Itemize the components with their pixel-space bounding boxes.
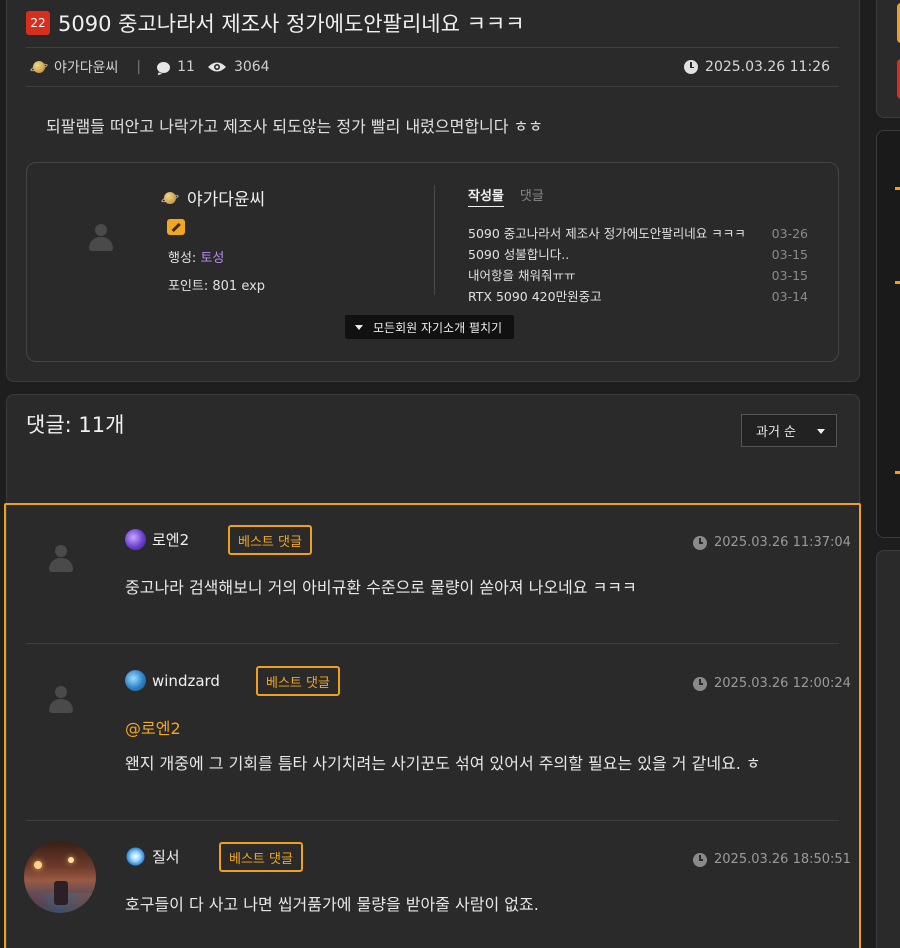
list-item[interactable]: 내어항을 채워줘ㅠㅠ 03-15 [468, 265, 808, 286]
clock-icon [693, 852, 707, 867]
comment-text: 중고나라 검색해보니 거의 아비규환 수준으로 물량이 쏟아져 나오네요 ㅋㅋㅋ [125, 578, 637, 597]
comment-author[interactable]: windzard [152, 672, 220, 690]
purple-galaxy-icon [125, 529, 146, 550]
recent-post-title: 내어항을 채워줘ㅠㅠ [468, 268, 576, 283]
commenter-avatar-placeholder [46, 544, 76, 574]
recent-post-date: 03-15 [771, 247, 808, 262]
commenter-avatar-placeholder [46, 685, 76, 715]
author-name-row: 야가다윤씨 [160, 185, 265, 210]
comment-mention[interactable]: @로엔2 [125, 715, 181, 739]
comment-text: 왠지 개중에 그 기회를 틈타 사기치려는 사기꾼도 섞여 있어서 주의할 필요… [125, 754, 761, 773]
author-box-divider [434, 185, 435, 295]
planet-value: 토성 [200, 251, 225, 266]
starburst-icon [125, 846, 146, 867]
comment-count: 11 [157, 59, 195, 75]
author-points: 포인트: 801 exp [168, 279, 266, 294]
author-tabs: 작성물 댓글 [468, 185, 544, 207]
earth-planet-icon [125, 670, 146, 691]
expand-intro-button[interactable]: 모든회원 자기소개 펼치기 [345, 315, 515, 339]
tab-posts[interactable]: 작성물 [468, 185, 504, 207]
right-sidebar-bottom-card [876, 550, 900, 948]
best-comment-badge: 베스트 댓글 [219, 842, 303, 872]
comment-author[interactable]: 질서 [152, 846, 180, 867]
author-profile-box: 야가다윤씨 행성: 토성 포인트: 801 exp 작성물 댓글 5090 중고… [26, 162, 839, 362]
comment-date-value: 2025.03.26 18:50:51 [714, 852, 851, 867]
right-sidebar-top-card [876, 0, 900, 118]
best-comment-badge: 베스트 댓글 [228, 525, 312, 555]
post-title: 5090 중고나라서 제조사 정가에도안팔리네요 ㅋㅋㅋ [58, 12, 525, 36]
recent-post-date: 03-15 [771, 268, 808, 283]
author-planet: 행성: 토성 [168, 247, 224, 266]
comment-author-row: windzard [125, 670, 220, 691]
comment-date: 2025.03.26 12:00:24 [693, 676, 851, 691]
recent-post-title: RTX 5090 420만원중고 [468, 289, 602, 304]
post-meta: 야가다윤씨 | 11 3064 2025.03.26 11:26 [29, 56, 830, 78]
post-author[interactable]: 야가다윤씨 [54, 57, 118, 77]
comment-author-row: 질서 [125, 846, 180, 867]
meta-separator: | [136, 59, 142, 75]
clock-icon [684, 60, 699, 74]
comment-text: 호구들이 다 사고 나면 씹거품가에 물량을 받아줄 사람이 없죠. [125, 895, 539, 914]
list-item[interactable]: 5090 중고나라서 제조사 정가에도안팔리네요 ㅋㅋㅋ 03-26 [468, 223, 808, 244]
speech-bubble-icon [157, 61, 171, 73]
expand-intro-label: 모든회원 자기소개 펼치기 [373, 320, 503, 335]
caret-down-icon [355, 324, 363, 330]
view-count: 3064 [207, 59, 270, 75]
comment-date-value: 2025.03.26 12:00:24 [714, 676, 851, 691]
comment-date-value: 2025.03.26 11:37:04 [714, 535, 851, 550]
author-name[interactable]: 야가다윤씨 [187, 185, 265, 210]
comment-author-row: 로엔2 [125, 529, 189, 550]
clock-icon [693, 676, 707, 691]
recent-post-title: 5090 중고나라서 제조사 정가에도안팔리네요 ㅋㅋㅋ [468, 226, 746, 241]
commenter-avatar-photo [24, 841, 96, 913]
comment-date: 2025.03.26 18:50:51 [693, 852, 851, 867]
recent-post-date: 03-14 [771, 289, 808, 304]
post-date: 2025.03.26 11:26 [684, 59, 830, 75]
post-body: 되팔램들 떠안고 나락가고 제조사 되도않는 정가 빨리 내렸으면합니다 ㅎㅎ [46, 117, 544, 136]
sidebar-accent-mark [895, 281, 900, 284]
title-divider [26, 47, 839, 48]
sidebar-accent-mark [895, 187, 900, 190]
best-comment-badge: 베스트 댓글 [256, 666, 340, 696]
comment-author[interactable]: 로엔2 [152, 529, 189, 550]
comment-divider [26, 820, 839, 821]
view-count-value: 3064 [233, 59, 270, 75]
clock-icon [693, 535, 707, 550]
comment-date: 2025.03.26 11:37:04 [693, 535, 851, 550]
post-number-badge: 22 [26, 11, 50, 35]
list-item[interactable]: 5090 성불합니다.. 03-15 [468, 244, 808, 265]
recent-post-title: 5090 성불합니다.. [468, 247, 570, 262]
comments-title: 댓글: 11개 [26, 413, 125, 437]
writer-pen-badge-icon [167, 219, 185, 235]
comment-divider [26, 643, 839, 644]
author-avatar-placeholder [86, 223, 116, 253]
recent-posts-list: 5090 중고나라서 제조사 정가에도안팔리네요 ㅋㅋㅋ 03-26 5090 성… [468, 223, 808, 307]
planet-saturn-icon [29, 58, 49, 76]
sidebar-accent-mark [895, 471, 900, 474]
right-sidebar-middle-card [876, 130, 900, 538]
post-date-value: 2025.03.26 11:26 [705, 59, 830, 75]
list-item[interactable]: RTX 5090 420만원중고 03-14 [468, 286, 808, 307]
planet-label: 행성: [168, 251, 201, 266]
comment-count-value: 11 [177, 59, 195, 75]
post-title-row: 22 5090 중고나라서 제조사 정가에도안팔리네요 ㅋㅋㅋ [26, 8, 525, 38]
planet-saturn-icon [160, 189, 180, 207]
sort-select[interactable]: 과거 순 [741, 414, 837, 447]
tab-comments[interactable]: 댓글 [520, 185, 544, 207]
sort-selected-value: 과거 순 [756, 425, 797, 440]
recent-post-date: 03-26 [771, 226, 808, 241]
meta-divider [26, 86, 839, 87]
eye-icon [207, 62, 226, 72]
chevron-down-icon [817, 429, 825, 434]
